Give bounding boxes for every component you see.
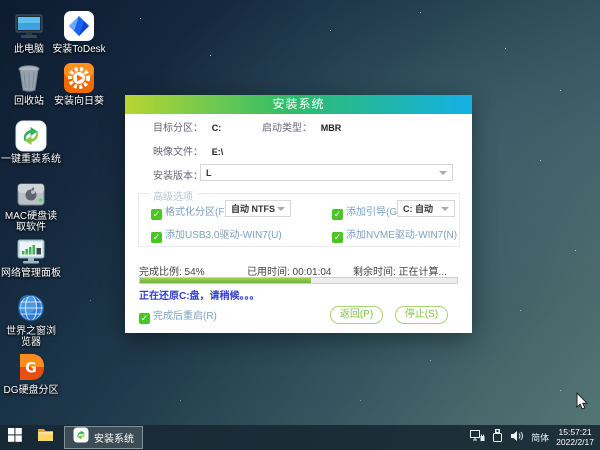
desktop-icon-recycle-bin[interactable]: 回收站 [2, 60, 56, 107]
checkbox-checked-icon: ✓ [332, 232, 343, 243]
system-tray: 简体 15:57:21 2022/2/17 [470, 427, 600, 447]
image-file-row: 映像文件： E:\ [153, 143, 223, 158]
network-panel-icon [15, 232, 47, 266]
taskbar: 安装系统 简体 15:57:21 2022/2/17 [0, 425, 600, 450]
desktop-icon-label: 安装向日葵 [54, 96, 104, 107]
svg-text:G: G [25, 361, 37, 377]
target-partition-row: 目标分区： C: [153, 119, 221, 134]
mouse-cursor [576, 391, 589, 416]
file-explorer-button[interactable] [30, 425, 60, 450]
image-file-value: E:\ [211, 147, 224, 157]
usb3-driver-checkbox[interactable]: ✓ 添加USB3.0驱动-WIN7(U) [151, 226, 282, 243]
desktop-icon-onekey-reinstall[interactable]: 一键重装系统 [0, 118, 62, 165]
progress-fill [140, 278, 312, 283]
diskgenius-icon: G [16, 349, 46, 383]
desktop-icon-mac-disk-reader[interactable]: MAC硬盘读取软件 [2, 175, 60, 233]
target-partition-value: C: [211, 123, 222, 133]
recycle-bin-icon [14, 60, 44, 94]
usb-device-icon[interactable] [492, 428, 503, 447]
checkbox-checked-icon: ✓ [139, 313, 150, 324]
install-system-dialog: 安装系统 目标分区： C: 启动类型： MBR 映像文件： E:\ 安装版本： … [125, 95, 472, 333]
dialog-titlebar[interactable]: 安装系统 [125, 95, 472, 114]
target-partition-label: 目标分区： [153, 123, 203, 134]
taskbar-clock[interactable]: 15:57:21 2022/2/17 [556, 427, 594, 447]
boot-type-label: 启动类型： [262, 123, 312, 134]
browser-globe-icon [15, 290, 47, 324]
onekey-reinstall-icon [15, 118, 47, 152]
progress-elapsed-label: 已用时间: 00:01:04 [247, 267, 332, 278]
this-pc-icon [13, 8, 45, 42]
installer-app-icon [73, 427, 89, 448]
progress-bar [139, 277, 458, 284]
desktop-wallpaper: 此电脑 安装ToDesk 回收站 安装向日葵 一键重装系统 MAC硬盘读取软件 [0, 0, 600, 450]
desktop-icon-label: 世界之窗浏览器 [6, 326, 56, 348]
desktop-icon-label: 一键重装系统 [1, 154, 61, 165]
image-file-label: 映像文件： [153, 147, 203, 158]
wallpaper-stars [0, 0, 1, 1]
mac-disk-icon [15, 175, 47, 209]
install-version-label: 安装版本： [153, 171, 203, 182]
chevron-down-icon [441, 207, 449, 211]
desktop-icon-label: 安装ToDesk [52, 44, 106, 55]
dialog-title: 安装系统 [272, 97, 325, 111]
format-type-select[interactable]: 自动 NTFS [225, 200, 291, 217]
advanced-options-group: 高级选项 ✓ 格式化分区(F): 自动 NTFS ✓ 添加引导(G): C: 自动 … [138, 188, 460, 247]
todesk-icon [63, 8, 95, 42]
desktop-icon-network-panel[interactable]: 网络管理面板 [0, 232, 62, 279]
sunflower-icon [63, 60, 95, 94]
add-boot-checkbox[interactable]: ✓ 添加引导(G): [332, 203, 403, 220]
desktop-icon-label: DG硬盘分区 [3, 385, 59, 396]
start-button[interactable] [0, 425, 30, 450]
checkbox-checked-icon: ✓ [151, 232, 162, 243]
stop-button[interactable]: 停止(S) [395, 306, 448, 324]
clock-date: 2022/2/17 [556, 436, 594, 447]
format-partition-checkbox[interactable]: ✓ 格式化分区(F): [151, 203, 231, 220]
checkbox-checked-icon: ✓ [332, 209, 343, 220]
checkbox-checked-icon: ✓ [151, 209, 162, 220]
desktop-icon-install-sunflower[interactable]: 安装向日葵 [49, 60, 109, 107]
reboot-after-checkbox[interactable]: ✓ 完成后重启(R) [139, 307, 217, 324]
taskbar-active-task[interactable]: 安装系统 [64, 426, 143, 449]
progress-completion-label: 完成比例: 54% [139, 267, 205, 278]
volume-icon[interactable] [510, 429, 524, 447]
progress-remaining-label: 剩余时间: 正在计算... [353, 267, 447, 278]
advanced-options-legend: 高级选项 [149, 188, 197, 203]
desktop-icon-label: 网络管理面板 [1, 268, 61, 279]
windows-logo-icon [8, 428, 22, 447]
desktop-icon-dg-partition[interactable]: G DG硬盘分区 [2, 349, 60, 396]
restore-status-text: 正在还原C:盘，请稍候。。。 [139, 291, 260, 302]
desktop-icon-label: 此电脑 [14, 44, 44, 55]
boot-type-value: MBR [320, 123, 342, 133]
chevron-down-icon [439, 171, 447, 175]
nvme-driver-checkbox[interactable]: ✓ 添加NVME驱动-WIN7(N) [332, 226, 457, 243]
folder-icon [37, 428, 54, 447]
ime-indicator[interactable]: 简体 [531, 431, 549, 444]
chevron-down-icon [277, 207, 285, 211]
install-version-value: L [206, 167, 212, 178]
desktop-icon-label: MAC硬盘读取软件 [4, 211, 58, 233]
desktop-icon-label: 回收站 [14, 96, 44, 107]
network-icon[interactable] [470, 429, 485, 447]
back-button[interactable]: 返回(P) [330, 306, 383, 324]
desktop-icon-this-pc[interactable]: 此电脑 [2, 8, 56, 55]
taskbar-task-label: 安装系统 [94, 434, 134, 445]
boot-target-select[interactable]: C: 自动 [397, 200, 455, 217]
boot-type-row: 启动类型： MBR [262, 119, 341, 134]
install-version-select[interactable]: L [200, 164, 453, 181]
desktop-icon-world-window-browser[interactable]: 世界之窗浏览器 [2, 290, 60, 348]
desktop-icon-install-todesk[interactable]: 安装ToDesk [49, 8, 109, 55]
